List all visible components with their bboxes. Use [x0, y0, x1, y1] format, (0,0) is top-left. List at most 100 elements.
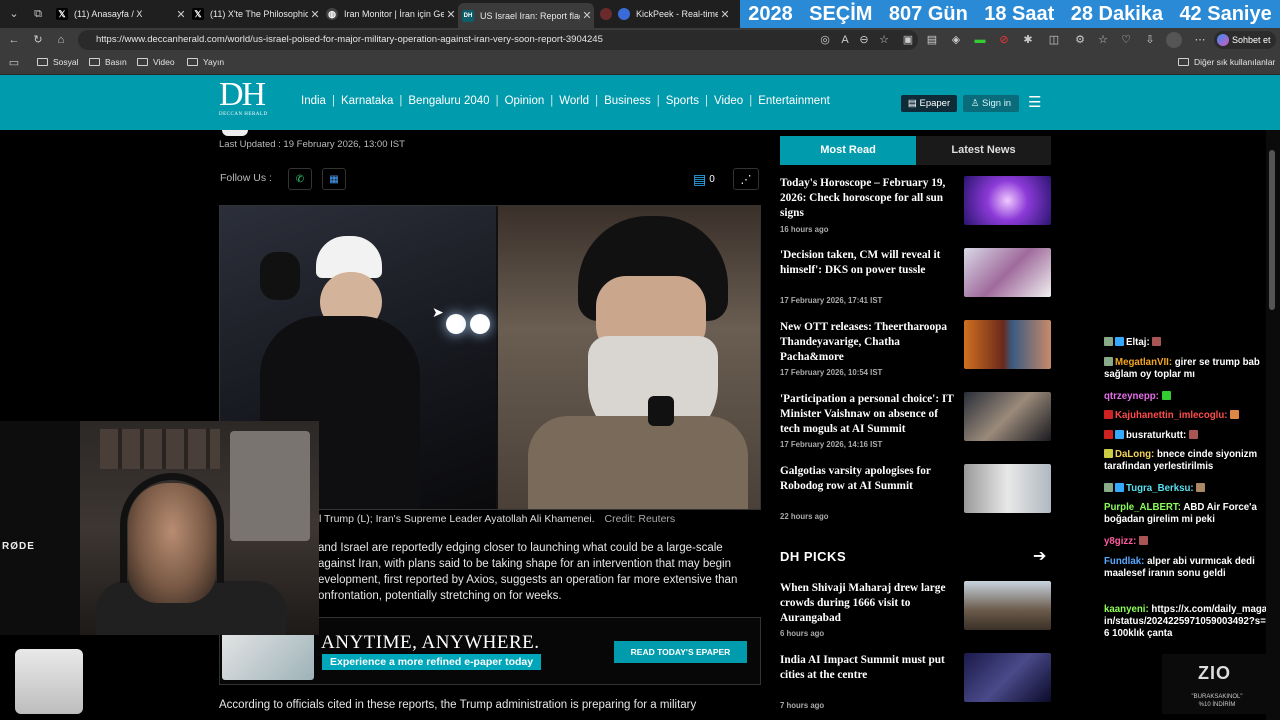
dh-pick-title[interactable]: When Shivaji Maharaj drew large crowds d… [780, 581, 955, 626]
most-read-item[interactable]: Galgotias varsity apologises for Robodog… [780, 464, 1051, 524]
most-read-title[interactable]: Galgotias varsity apologises for Robodog… [780, 464, 955, 494]
collections-icon[interactable]: ⚙ [1072, 32, 1088, 48]
epaper-button[interactable]: ▤ Epaper [901, 95, 957, 112]
scrollbar-thumb[interactable] [1269, 150, 1275, 310]
url-input[interactable]: https://www.deccanherald.com/world/us-is… [78, 30, 918, 50]
back-icon[interactable]: ← [6, 32, 22, 48]
extension-icon[interactable]: ▤ [924, 32, 940, 48]
nav-item-world[interactable]: World [559, 95, 589, 107]
extension-icon[interactable]: ▬ [972, 32, 988, 48]
favorites-icon[interactable]: ☆ [1095, 32, 1111, 48]
share-icon[interactable]: ⋰ [733, 168, 759, 190]
tab-title: (11) Anasayfa / X [74, 9, 143, 19]
chat-username: busraturkutt: [1126, 430, 1187, 441]
epaper-label: Epaper [919, 98, 951, 109]
profile-avatar[interactable] [1166, 32, 1182, 48]
nav-item-opinion[interactable]: Opinion [505, 95, 545, 107]
nav-item-sports[interactable]: Sports [666, 95, 699, 107]
most-read-item[interactable]: New OTT releases: Theertharoopa Thandeya… [780, 320, 1051, 380]
split-screen-icon[interactable]: ◫ [1046, 32, 1062, 48]
bookmark-folder[interactable]: Yayın [187, 57, 224, 67]
browser-tab[interactable]: 𝕏 (11) Anasayfa / X ✕ [52, 3, 188, 25]
read-epaper-button[interactable]: READ TODAY'S EPAPER [614, 641, 747, 663]
nav-separator: | [550, 95, 554, 107]
browser-tab[interactable]: KickPeek - Real-time U ✕ [596, 3, 732, 25]
dh-pick-title[interactable]: India AI Impact Summit must put cities a… [780, 653, 955, 683]
most-read-title[interactable]: 'Participation a personal choice': IT Mi… [780, 392, 955, 437]
glove-shape [260, 252, 300, 300]
bookmark-folder[interactable]: Basın [89, 57, 127, 67]
recycle-bin-icon[interactable] [15, 649, 83, 714]
extension-icon[interactable]: ▣ [900, 32, 916, 48]
arrow-right-icon[interactable]: ➔ [1033, 546, 1046, 566]
nav-item-entertainment[interactable]: Entertainment [758, 95, 830, 107]
nav-item-business[interactable]: Business [604, 95, 651, 107]
browser-tab-active[interactable]: DH US Israel Iran: Report flags ✕ [458, 3, 594, 28]
robodog-thumbnail[interactable] [964, 464, 1051, 513]
browser-tab[interactable]: 𝕏 (11) X'te The Philosophical ✕ [188, 3, 322, 25]
ott-thumbnail[interactable] [964, 320, 1051, 369]
most-read-title[interactable]: New OTT releases: Theertharoopa Thandeya… [780, 320, 955, 365]
most-read-title[interactable]: Today's Horoscope – February 19, 2026: C… [780, 176, 955, 221]
logo-text: DECCAN HERALD [219, 112, 268, 117]
chat-message: Eltaj: [1104, 337, 1163, 349]
nav-item-bengaluru[interactable]: Bengaluru 2040 [408, 95, 489, 107]
extension-icon[interactable]: ⊘ [996, 32, 1012, 48]
comments-button[interactable]: ▤ 0 [693, 168, 723, 190]
countdown-minutes: 28 Dakika [1070, 2, 1164, 25]
other-bookmarks-folder[interactable]: Diğer sık kullanılanlar [1178, 57, 1275, 67]
close-tab-icon[interactable]: ✕ [174, 8, 188, 21]
more-menu-icon[interactable]: ⋯ [1192, 32, 1208, 48]
reader-icon[interactable]: ⊖ [856, 32, 872, 48]
bookmark-folder[interactable]: Sosyal [37, 57, 79, 67]
dh-pick-item[interactable]: India AI Impact Summit must put cities a… [780, 653, 1051, 713]
sign-in-button[interactable]: ♙ Sign in [963, 95, 1019, 112]
article-paragraph: and Israel are reportedly edging closer … [318, 540, 763, 604]
browser-essentials-icon[interactable]: ♡ [1118, 32, 1134, 48]
nav-item-karnataka[interactable]: Karnataka [341, 95, 393, 107]
close-tab-icon[interactable]: ✕ [444, 8, 458, 21]
tab-title: KickPeek - Real-time U [636, 9, 718, 19]
bookmark-folder[interactable]: Video [137, 57, 175, 67]
politics-thumbnail[interactable] [964, 248, 1051, 297]
minister-thumbnail[interactable] [964, 392, 1051, 441]
nav-item-india[interactable]: India [301, 95, 326, 107]
tab-list-icon[interactable]: ⌄ [6, 6, 22, 22]
tab-title: (11) X'te The Philosophical [210, 9, 308, 19]
refresh-icon[interactable]: ↻ [30, 32, 46, 48]
extension-icon[interactable]: ◈ [948, 32, 964, 48]
most-read-item[interactable]: 'Decision taken, CM will reveal it himse… [780, 248, 1051, 308]
chat-badge-icon [1104, 357, 1113, 366]
close-tab-icon[interactable]: ✕ [580, 9, 594, 22]
nav-separator: | [495, 95, 499, 107]
emote-icon [1230, 410, 1240, 419]
nav-item-video[interactable]: Video [714, 95, 743, 107]
tab-latest-news[interactable]: Latest News [916, 136, 1051, 165]
browser-tab[interactable]: ◍ Iran Monitor | İran için Gerç ✕ [322, 3, 458, 25]
whatsapp-icon[interactable]: ✆ [288, 168, 312, 190]
most-read-title[interactable]: 'Decision taken, CM will reveal it himse… [780, 248, 955, 278]
tab-most-read[interactable]: Most Read [780, 136, 916, 165]
copilot-chat-button[interactable]: Sohbet et [1214, 31, 1276, 49]
sidebar-toggle-icon[interactable]: ▭ [6, 55, 22, 71]
globe-icon: ◍ [326, 8, 338, 20]
favorite-star-icon[interactable]: ☆ [876, 32, 892, 48]
dh-pick-item[interactable]: When Shivaji Maharaj drew large crowds d… [780, 581, 1051, 641]
deccan-herald-logo[interactable]: DH DECCAN HERALD [219, 78, 275, 126]
screenshot-icon[interactable]: ◎ [817, 32, 833, 48]
shivaji-thumbnail[interactable] [964, 581, 1051, 630]
light-shape [446, 314, 466, 334]
workspaces-icon[interactable]: ⧉ [30, 6, 46, 22]
ai-summit-thumbnail[interactable] [964, 653, 1051, 702]
most-read-item[interactable]: 'Participation a personal choice': IT Mi… [780, 392, 1051, 452]
menu-search-icon[interactable]: ☰ [1028, 93, 1048, 113]
google-news-icon[interactable]: ▦ [322, 168, 346, 190]
close-tab-icon[interactable]: ✕ [718, 8, 732, 21]
horoscope-thumbnail[interactable] [964, 176, 1051, 225]
translate-icon[interactable]: A [837, 32, 853, 48]
downloads-icon[interactable]: ⇩ [1142, 32, 1158, 48]
extensions-puzzle-icon[interactable]: ✱ [1020, 32, 1036, 48]
most-read-item[interactable]: Today's Horoscope – February 19, 2026: C… [780, 176, 1051, 236]
close-tab-icon[interactable]: ✕ [308, 8, 322, 21]
home-icon[interactable]: ⌂ [53, 32, 69, 48]
